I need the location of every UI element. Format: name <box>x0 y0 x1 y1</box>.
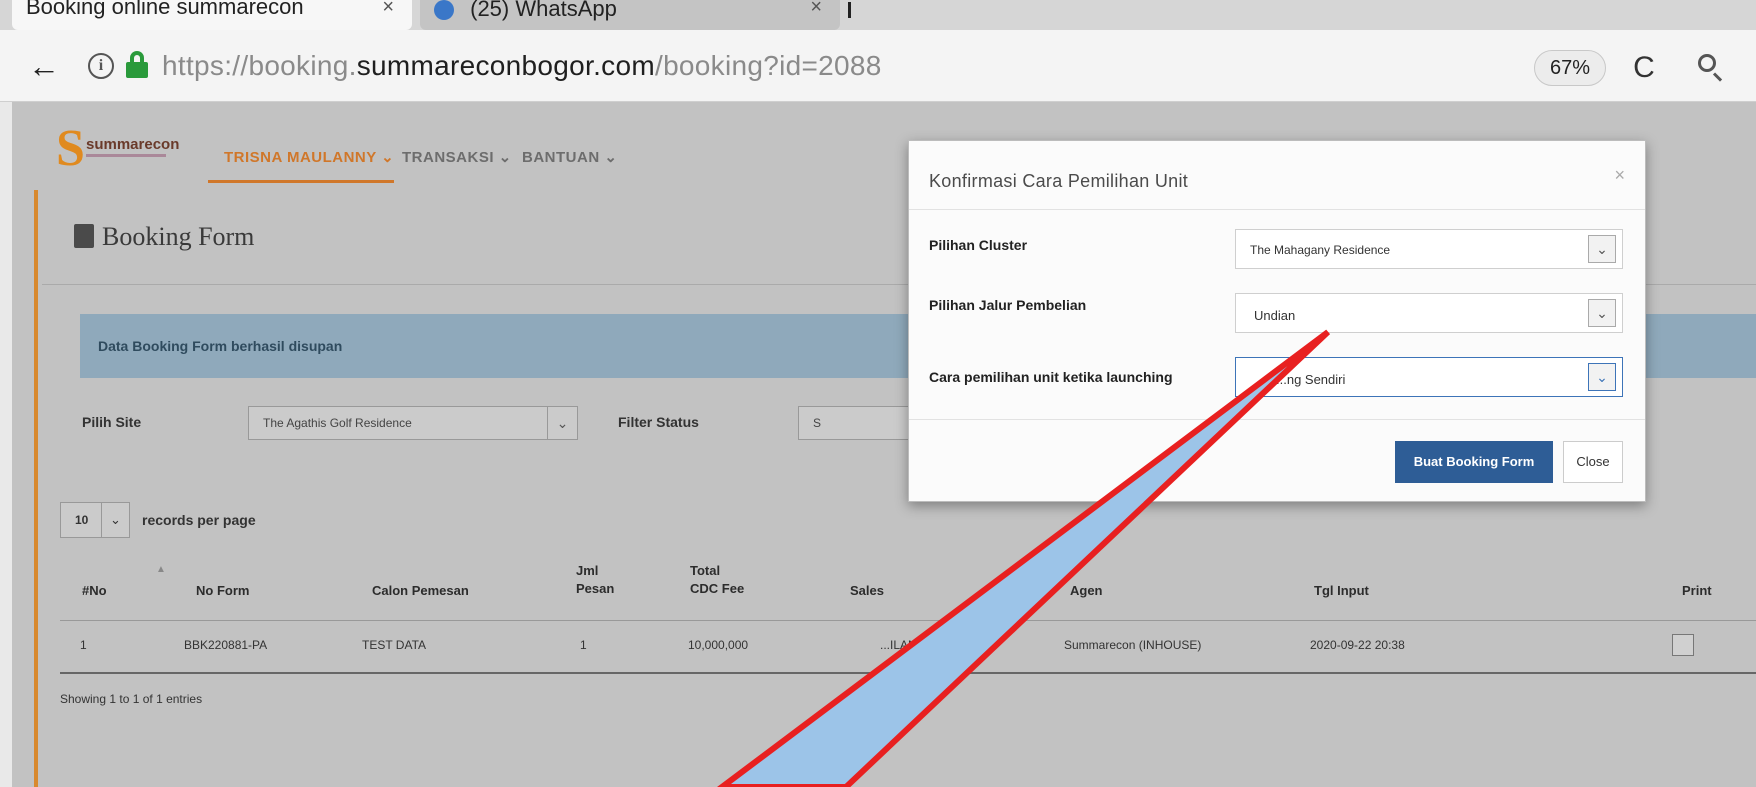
modal-footer-divider <box>909 419 1645 420</box>
column-header-no-form[interactable]: No Form <box>196 582 249 600</box>
close-button[interactable]: Close <box>1563 441 1623 483</box>
alert-text: Data Booking Form berhasil disupan <box>98 338 343 354</box>
screen: Booking online summarecon × (25) WhatsAp… <box>0 0 1756 787</box>
site-filter-label: Pilih Site <box>82 414 142 430</box>
chevron-down-icon: ⌄ <box>1588 299 1616 327</box>
cluster-select-value: The Mahagany Residence <box>1250 243 1391 257</box>
column-header-total-cdc-fee[interactable]: Total CDC Fee <box>690 562 744 598</box>
booking-table: #No ▲ No Form Calon Pemesan Jml Pesan To… <box>60 554 1756 714</box>
search-icon[interactable] <box>1690 48 1730 88</box>
table-info-text: Showing 1 to 1 of 1 entries <box>60 692 203 706</box>
chevron-down-icon: ⌄ <box>547 407 577 439</box>
unit-selection-method-label: Cara pemilihan unit ketika launching <box>929 369 1173 385</box>
nav-bantuan[interactable]: BANTUAN ⌄ <box>522 148 617 166</box>
nav-transaksi[interactable]: TRANSAKSI ⌄ <box>402 148 512 166</box>
close-tab-icon[interactable]: × <box>382 0 394 17</box>
cell-tgl-input: 2020-09-22 20:38 <box>1310 638 1405 652</box>
content-accent-bar <box>34 190 38 787</box>
reload-icon[interactable]: C <box>1624 48 1664 88</box>
cell-calon-pemesan: TEST DATA <box>362 638 427 652</box>
modal-header-divider <box>909 209 1645 210</box>
records-per-page-select[interactable]: 10 ⌄ <box>60 502 130 538</box>
site-select-value: The Agathis Golf Residence <box>263 416 412 430</box>
tab-separator <box>848 2 851 18</box>
url-path: /booking?id=2088 <box>654 50 882 81</box>
confirmation-modal: Konfirmasi Cara Pemilihan Unit × Pilihan… <box>908 140 1646 502</box>
cell-sales: ...ILANNY <box>880 638 934 652</box>
page-title-text: Booking Form <box>102 222 255 251</box>
unit-selection-method-select[interactable]: ...ng Sendiri ⌄ <box>1235 357 1623 397</box>
site-select[interactable]: The Agathis Golf Residence ⌄ <box>248 406 578 440</box>
browser-tab-strip: Booking online summarecon × (25) WhatsAp… <box>0 0 1756 30</box>
tab-title: (25) WhatsApp <box>470 0 617 21</box>
create-booking-form-button[interactable]: Buat Booking Form <box>1395 441 1553 483</box>
column-header-tgl-input[interactable]: Tgl Input <box>1314 582 1369 600</box>
column-header-print[interactable]: Print <box>1682 582 1712 600</box>
cell-no: 1 <box>80 638 87 652</box>
status-select-value: S <box>813 416 822 430</box>
book-icon <box>74 224 94 248</box>
records-per-page-label: records per page <box>142 512 256 528</box>
chevron-down-icon: ⌄ <box>1588 363 1616 391</box>
logo-underline <box>86 154 166 157</box>
purchase-path-label: Pilihan Jalur Pembelian <box>929 297 1087 313</box>
purchase-path-select-value: Undian <box>1254 308 1296 323</box>
url-prefix: https://booking. <box>162 50 357 81</box>
status-select[interactable]: S <box>798 406 918 440</box>
address-bar[interactable]: i https://booking.summareconbogor.com/bo… <box>84 46 1524 88</box>
summarecon-logo[interactable]: S summarecon <box>56 120 180 177</box>
table-header-divider <box>60 620 1756 621</box>
info-icon[interactable]: i <box>88 53 114 79</box>
cell-total-cdc-fee: 10,000,000 <box>688 638 749 652</box>
status-filter-label: Filter Status <box>618 414 699 430</box>
cell-agen: Summarecon (INHOUSE) <box>1064 638 1202 652</box>
column-header-calon-pemesan[interactable]: Calon Pemesan <box>372 582 469 600</box>
back-arrow-icon[interactable]: ← <box>24 48 64 84</box>
url-text[interactable]: https://booking.summareconbogor.com/book… <box>162 48 882 84</box>
cluster-select[interactable]: The Mahagany Residence ⌄ <box>1235 229 1623 269</box>
column-header-agen[interactable]: Agen <box>1070 582 1103 600</box>
sort-asc-icon[interactable]: ▲ <box>156 564 166 575</box>
tab-title: Booking online summarecon <box>26 0 304 19</box>
page-title: Booking Form <box>74 222 254 252</box>
cluster-label: Pilihan Cluster <box>929 237 1028 253</box>
print-checkbox[interactable] <box>1672 634 1694 656</box>
close-tab-icon[interactable]: × <box>810 0 822 17</box>
logo-mark: S <box>56 120 85 177</box>
chevron-down-icon: ⌄ <box>101 503 129 537</box>
modal-title: Konfirmasi Cara Pemilihan Unit <box>929 171 1189 191</box>
browser-toolbar: ← i https://booking.summareconbogor.com/… <box>0 30 1756 102</box>
per-page-value: 10 <box>75 513 89 527</box>
lock-icon[interactable] <box>126 51 148 79</box>
logo-text: summarecon <box>86 136 180 153</box>
unit-selection-method-value: ...ng Sendiri <box>1276 372 1346 387</box>
browser-tab-whatsapp[interactable]: (25) WhatsApp × <box>420 0 840 30</box>
cell-jml-pesan: 1 <box>580 638 587 652</box>
close-icon[interactable]: × <box>1614 165 1625 186</box>
column-header-no[interactable]: #No <box>82 582 107 600</box>
browser-tab-active[interactable]: Booking online summarecon × <box>12 0 412 30</box>
purchase-path-select[interactable]: Undian ⌄ <box>1235 293 1623 333</box>
zoom-level-badge[interactable]: 67% <box>1534 50 1606 86</box>
chevron-down-icon: ⌄ <box>1588 235 1616 263</box>
column-header-sales[interactable]: Sales <box>850 582 884 600</box>
active-nav-indicator <box>208 180 394 183</box>
url-domain: summareconbogor.com <box>356 50 655 81</box>
table-bottom-border <box>60 672 1756 674</box>
cell-no-form: BBK220881-PA <box>184 638 268 652</box>
column-header-jml-pesan[interactable]: Jml Pesan <box>576 562 614 598</box>
whatsapp-icon <box>434 0 454 20</box>
nav-user-menu[interactable]: TRISNA MAULANNY ⌄ <box>224 148 394 166</box>
